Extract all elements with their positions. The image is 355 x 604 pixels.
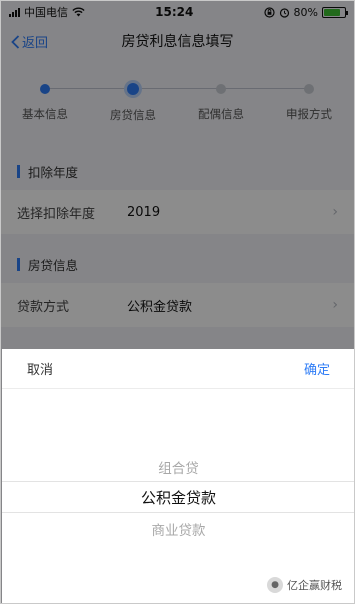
loan-type-picker-sheet: 取消 确定 组合贷 公积金贷款 商业贷款 bbox=[2, 349, 354, 603]
confirm-button[interactable]: 确定 bbox=[304, 359, 330, 378]
picker-option[interactable]: 商业贷款 bbox=[2, 519, 354, 539]
selection-line bbox=[2, 512, 354, 513]
picker-option[interactable]: 组合贷 bbox=[2, 457, 354, 477]
cancel-button[interactable]: 取消 bbox=[27, 359, 53, 378]
picker-toolbar: 取消 确定 bbox=[2, 349, 354, 389]
selection-line bbox=[2, 481, 354, 482]
picker-wheel[interactable]: 组合贷 公积金贷款 商业贷款 bbox=[2, 389, 354, 603]
picker-option-selected[interactable]: 公积金贷款 bbox=[2, 487, 354, 508]
phone-screen: 中国电信 15:24 80% 返回 房贷利息信息填写 基本信息 房贷信息 配偶信… bbox=[0, 0, 355, 604]
wechat-logo-icon: ● bbox=[267, 577, 283, 593]
watermark-text: 亿企赢财税 bbox=[287, 579, 342, 592]
watermark: ● 亿企赢财税 bbox=[267, 577, 342, 593]
